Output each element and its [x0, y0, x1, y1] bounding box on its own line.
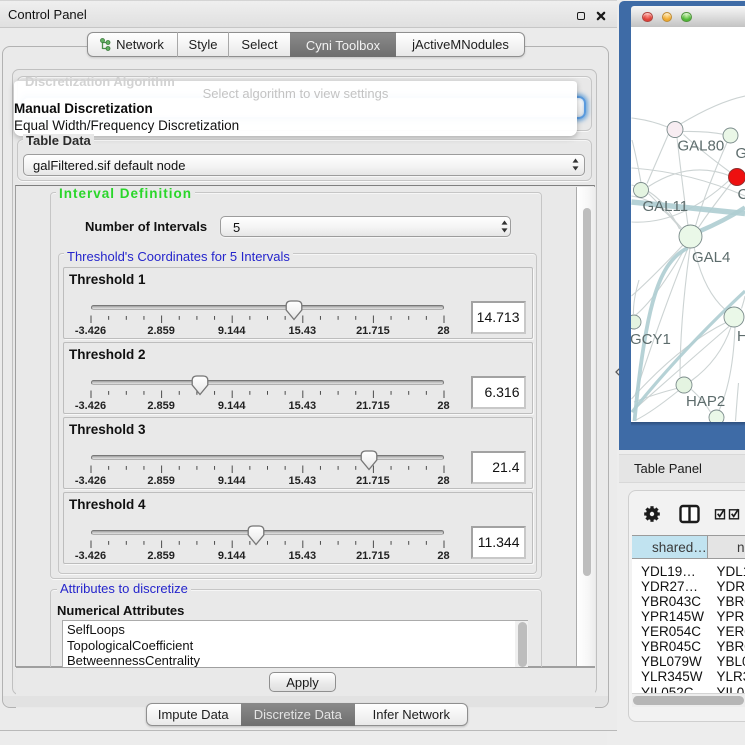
svg-text:GCY1: GCY1 — [631, 331, 671, 348]
svg-text:HAP2: HAP2 — [686, 393, 725, 410]
svg-text:CD: CD — [738, 186, 745, 203]
svg-text:GAL80: GAL80 — [678, 138, 725, 155]
svg-text:GAL4: GAL4 — [692, 249, 730, 266]
svg-text:GAL11: GAL11 — [643, 198, 689, 215]
svg-text:HI: HI — [737, 328, 745, 345]
svg-text:GA: GA — [736, 145, 745, 162]
